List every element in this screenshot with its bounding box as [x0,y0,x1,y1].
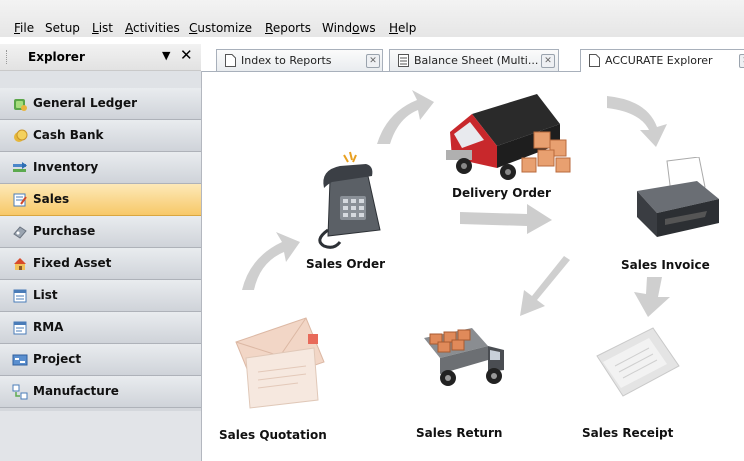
purchase-icon [12,224,28,240]
explorer-header: Explorer ▼ ✕ [0,44,201,71]
sidebar-spacer [0,71,201,88]
tab-close-icon[interactable]: ✕ [541,54,555,68]
sales-flow-canvas: Sales Order Delivery Order Sales Invoice… [202,72,744,461]
arrow-quotation-to-order [242,232,300,290]
explorer-title: Explorer [28,50,85,64]
grip-handle[interactable] [6,50,10,64]
tab-accurate-explorer[interactable]: ACCURATE Explorer ✕ [580,49,744,72]
sidebar-item-list[interactable]: List [0,280,201,312]
fixed-asset-icon [12,256,28,272]
arrow-invoice-to-receipt [634,277,670,317]
sales-invoice-label[interactable]: Sales Invoice [621,258,710,272]
quotation-document-icon [235,317,325,409]
printer-icon [637,157,719,237]
sales-order-label[interactable]: Sales Order [306,257,385,271]
sidebar-item-general-ledger[interactable]: General Ledger [0,88,201,120]
sales-quotation-label[interactable]: Sales Quotation [219,428,327,442]
ledger-icon [12,96,28,112]
report-icon [398,54,409,67]
arrow-order-to-delivery [377,90,434,144]
tab-index-to-reports[interactable]: Index to Reports ✕ [216,49,383,71]
telephone-icon [318,151,381,249]
sidebar-item-manufacture[interactable]: Manufacture [0,376,201,408]
sidebar-item-inventory[interactable]: Inventory [0,152,201,184]
inventory-icon [12,160,28,176]
sales-receipt-label[interactable]: Sales Receipt [582,426,673,440]
menu-bar: File Setup List Activities Customize Rep… [0,0,744,37]
sidebar-item-purchase[interactable]: Purchase [0,216,201,248]
rma-icon [12,320,28,336]
sidebar-item-cash-bank[interactable]: Cash Bank [0,120,201,152]
menu-reports[interactable]: Reports [265,21,311,35]
sidebar-item-rma[interactable]: RMA [0,312,201,344]
menu-help[interactable]: Help [389,21,416,35]
document-icon [225,54,236,67]
sidebar-item-fixed-asset[interactable]: Fixed Asset [0,248,201,280]
sidebar-empty-area [0,411,201,461]
cash-bank-icon [12,128,28,144]
tab-balance-sheet[interactable]: Balance Sheet (Multi... ✕ [389,49,559,71]
explorer-sidebar: General Ledger Cash Bank Inventory Sales… [0,71,202,461]
sales-icon [12,192,28,208]
manufacture-icon [12,384,28,400]
menu-customize[interactable]: Customize [189,21,252,35]
close-icon[interactable]: ✕ [180,46,193,64]
sales-return-label[interactable]: Sales Return [416,426,502,440]
arrow-invoice-to-return [520,256,570,316]
delivery-truck-icon [446,94,571,180]
delivery-order-label[interactable]: Delivery Order [452,186,551,200]
sidebar-item-sales[interactable]: Sales [0,184,201,216]
menu-file[interactable]: File [14,21,34,35]
receipt-document-icon [596,327,680,397]
project-icon [12,352,28,368]
dropdown-arrow-icon[interactable]: ▼ [162,49,170,62]
menu-list[interactable]: List [92,21,113,35]
tab-bar: Index to Reports ✕ Balance Sheet (Multi.… [202,44,744,72]
arrow-delivery-forward [460,204,552,234]
document-icon [589,54,600,67]
arrow-delivery-to-invoice [607,96,667,147]
menu-activities[interactable]: Activities [125,21,180,35]
tab-close-icon[interactable]: ✕ [366,54,380,68]
sidebar-item-project[interactable]: Project [0,344,201,376]
tab-close-icon[interactable]: ✕ [739,54,744,68]
list-icon [12,288,28,304]
return-truck-icon [424,328,504,386]
menu-setup[interactable]: Setup [45,21,80,35]
menu-windows[interactable]: Windows [322,21,376,35]
